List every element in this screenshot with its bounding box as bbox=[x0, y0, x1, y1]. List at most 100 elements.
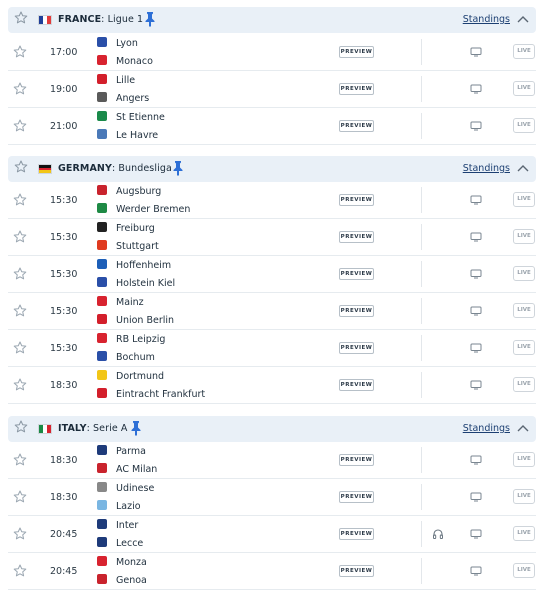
star-icon[interactable] bbox=[12, 303, 28, 319]
home-team[interactable]: Parma bbox=[97, 445, 146, 459]
tv-icon[interactable] bbox=[470, 492, 482, 502]
match-row[interactable]: 17:00 Lyon Monaco PREVIEW LIVE bbox=[8, 34, 536, 71]
tv-icon[interactable] bbox=[470, 47, 482, 57]
standings-link[interactable]: Standings bbox=[463, 14, 510, 25]
star-icon[interactable] bbox=[12, 266, 28, 282]
away-team[interactable]: Angers bbox=[97, 92, 149, 106]
home-team[interactable]: Lille bbox=[97, 74, 135, 88]
home-team[interactable]: Freiburg bbox=[97, 222, 155, 236]
match-row[interactable]: 20:45 Monza Genoa PREVIEW LIVE bbox=[8, 553, 536, 590]
headphones-icon[interactable] bbox=[432, 528, 444, 540]
star-icon[interactable] bbox=[12, 118, 28, 134]
home-team[interactable]: Inter bbox=[97, 519, 138, 533]
match-row[interactable]: 15:30 Hoffenheim Holstein Kiel PREVIEW LIVE bbox=[8, 256, 536, 293]
tv-icon[interactable] bbox=[470, 269, 482, 279]
away-team[interactable]: Genoa bbox=[97, 574, 147, 588]
live-button[interactable]: LIVE bbox=[513, 340, 535, 355]
pin-icon[interactable] bbox=[172, 160, 184, 176]
home-team[interactable]: Augsburg bbox=[97, 185, 161, 199]
away-team[interactable]: AC Milan bbox=[97, 463, 157, 477]
tv-icon[interactable] bbox=[470, 84, 482, 94]
star-icon[interactable] bbox=[13, 419, 29, 435]
match-row[interactable]: 20:45 Inter Lecce PREVIEW LIVE bbox=[8, 516, 536, 553]
match-row[interactable]: 15:30 Augsburg Werder Bremen PREVIEW LIVE bbox=[8, 182, 536, 219]
star-icon[interactable] bbox=[12, 563, 28, 579]
league-name[interactable]: ITALY: Serie A bbox=[58, 423, 128, 434]
match-row[interactable]: 19:00 Lille Angers PREVIEW LIVE bbox=[8, 71, 536, 108]
preview-button[interactable]: PREVIEW bbox=[339, 491, 374, 503]
star-icon[interactable] bbox=[12, 81, 28, 97]
live-button[interactable]: LIVE bbox=[513, 489, 535, 504]
star-icon[interactable] bbox=[12, 340, 28, 356]
live-button[interactable]: LIVE bbox=[513, 192, 535, 207]
live-button[interactable]: LIVE bbox=[513, 81, 535, 96]
tv-icon[interactable] bbox=[470, 529, 482, 539]
tv-icon[interactable] bbox=[470, 306, 482, 316]
preview-button[interactable]: PREVIEW bbox=[339, 454, 374, 466]
tv-icon[interactable] bbox=[470, 195, 482, 205]
league-name[interactable]: GERMANY: Bundesliga bbox=[58, 163, 172, 174]
tv-icon[interactable] bbox=[470, 121, 482, 131]
star-icon[interactable] bbox=[12, 489, 28, 505]
chevron-up-icon[interactable] bbox=[517, 14, 529, 24]
match-row[interactable]: 18:30 Udinese Lazio PREVIEW LIVE bbox=[8, 479, 536, 516]
away-team[interactable]: Lecce bbox=[97, 537, 143, 551]
standings-link[interactable]: Standings bbox=[463, 163, 510, 174]
preview-button[interactable]: PREVIEW bbox=[339, 342, 374, 354]
preview-button[interactable]: PREVIEW bbox=[339, 528, 374, 540]
match-row[interactable]: 21:00 St Etienne Le Havre PREVIEW LIVE bbox=[8, 108, 536, 145]
chevron-up-icon[interactable] bbox=[517, 163, 529, 173]
star-icon[interactable] bbox=[12, 229, 28, 245]
preview-button[interactable]: PREVIEW bbox=[339, 305, 374, 317]
star-icon[interactable] bbox=[13, 10, 29, 26]
away-team[interactable]: Bochum bbox=[97, 351, 155, 365]
preview-button[interactable]: PREVIEW bbox=[339, 379, 374, 391]
away-team[interactable]: Union Berlin bbox=[97, 314, 174, 328]
live-button[interactable]: LIVE bbox=[513, 229, 535, 244]
away-team[interactable]: Monaco bbox=[97, 55, 153, 69]
away-team[interactable]: Lazio bbox=[97, 500, 141, 514]
star-icon[interactable] bbox=[13, 159, 29, 175]
star-icon[interactable] bbox=[12, 44, 28, 60]
live-button[interactable]: LIVE bbox=[513, 563, 535, 578]
preview-button[interactable]: PREVIEW bbox=[339, 268, 374, 280]
star-icon[interactable] bbox=[12, 526, 28, 542]
match-row[interactable]: 15:30 Freiburg Stuttgart PREVIEW LIVE bbox=[8, 219, 536, 256]
preview-button[interactable]: PREVIEW bbox=[339, 46, 374, 58]
chevron-up-icon[interactable] bbox=[517, 423, 529, 433]
preview-button[interactable]: PREVIEW bbox=[339, 120, 374, 132]
away-team[interactable]: Stuttgart bbox=[97, 240, 159, 254]
tv-icon[interactable] bbox=[470, 455, 482, 465]
home-team[interactable]: Hoffenheim bbox=[97, 259, 171, 273]
away-team[interactable]: Werder Bremen bbox=[97, 203, 190, 217]
home-team[interactable]: Monza bbox=[97, 556, 147, 570]
pin-icon[interactable] bbox=[144, 11, 156, 27]
home-team[interactable]: Dortmund bbox=[97, 370, 164, 384]
match-row[interactable]: 18:30 Dortmund Eintracht Frankfurt PREVIEW L… bbox=[8, 367, 536, 404]
live-button[interactable]: LIVE bbox=[513, 526, 535, 541]
away-team[interactable]: Le Havre bbox=[97, 129, 158, 143]
live-button[interactable]: LIVE bbox=[513, 266, 535, 281]
match-row[interactable]: 15:30 Mainz Union Berlin PREVIEW LIVE bbox=[8, 293, 536, 330]
live-button[interactable]: LIVE bbox=[513, 303, 535, 318]
home-team[interactable]: Mainz bbox=[97, 296, 144, 310]
tv-icon[interactable] bbox=[470, 343, 482, 353]
star-icon[interactable] bbox=[12, 452, 28, 468]
live-button[interactable]: LIVE bbox=[513, 377, 535, 392]
live-button[interactable]: LIVE bbox=[513, 44, 535, 59]
home-team[interactable]: St Etienne bbox=[97, 111, 165, 125]
star-icon[interactable] bbox=[12, 377, 28, 393]
home-team[interactable]: Lyon bbox=[97, 37, 138, 51]
match-row[interactable]: 15:30 RB Leipzig Bochum PREVIEW LIVE bbox=[8, 330, 536, 367]
preview-button[interactable]: PREVIEW bbox=[339, 565, 374, 577]
league-name[interactable]: FRANCE: Ligue 1 bbox=[58, 14, 143, 25]
away-team[interactable]: Holstein Kiel bbox=[97, 277, 175, 291]
match-row[interactable]: 18:30 Parma AC Milan PREVIEW LIVE bbox=[8, 442, 536, 479]
live-button[interactable]: LIVE bbox=[513, 118, 535, 133]
tv-icon[interactable] bbox=[470, 232, 482, 242]
home-team[interactable]: RB Leipzig bbox=[97, 333, 165, 347]
home-team[interactable]: Udinese bbox=[97, 482, 154, 496]
away-team[interactable]: Eintracht Frankfurt bbox=[97, 388, 205, 402]
tv-icon[interactable] bbox=[470, 566, 482, 576]
standings-link[interactable]: Standings bbox=[463, 423, 510, 434]
